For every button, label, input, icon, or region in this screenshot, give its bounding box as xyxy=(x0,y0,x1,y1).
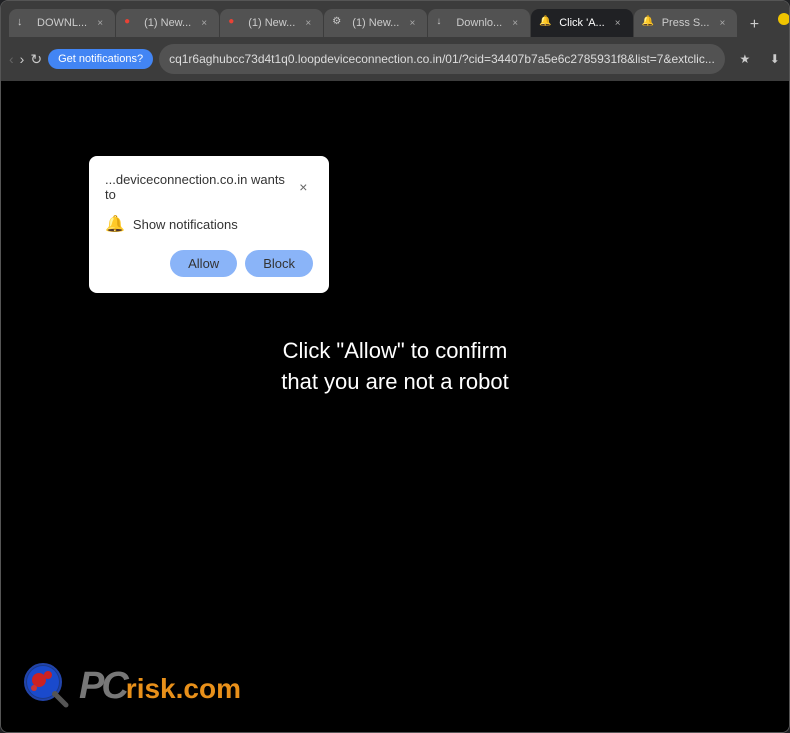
download-button[interactable]: ⬇ xyxy=(761,45,789,73)
toolbar: ‹ › ↻ Get notifications? cq1r6aghubcc73d… xyxy=(1,37,789,81)
page-content: ...deviceconnection.co.in wants to × 🔔 S… xyxy=(1,81,789,732)
bookmark-button[interactable]: ★ xyxy=(731,45,759,73)
tab-3-favicon: ● xyxy=(228,16,242,30)
main-message: Click "Allow" to confirm that you are no… xyxy=(281,336,509,398)
tab-strip: ↓ DOWNL... × ● (1) New... × ● (1) New...… xyxy=(9,1,766,37)
tab-4-close[interactable]: × xyxy=(405,16,419,30)
popup-buttons: Allow Block xyxy=(105,250,313,277)
address-bar-text: cq1r6aghubcc73d4t1q0.loopdeviceconnectio… xyxy=(169,52,715,66)
pcrisk-logo: PC risk.com xyxy=(21,660,241,712)
tab-7-close[interactable]: × xyxy=(715,16,729,30)
notification-permission-text: Show notifications xyxy=(133,217,238,232)
tab-2-favicon: ● xyxy=(124,16,138,30)
get-notifications-button[interactable]: Get notifications? xyxy=(48,49,153,69)
tab-3-title: (1) New... xyxy=(248,17,295,29)
pcrisk-watermark: PC risk.com xyxy=(21,660,241,712)
tab-7-title: Press S... xyxy=(662,17,710,29)
tab-4[interactable]: ⚙ (1) New... × xyxy=(324,9,427,37)
tab-3-close[interactable]: × xyxy=(301,16,315,30)
logo-pc-text: PC xyxy=(79,667,126,705)
back-button[interactable]: ‹ xyxy=(9,45,14,73)
refresh-button[interactable]: ↻ xyxy=(30,45,42,73)
popup-title: ...deviceconnection.co.in wants to xyxy=(105,172,294,202)
notification-popup: ...deviceconnection.co.in wants to × 🔔 S… xyxy=(89,156,329,293)
new-tab-button[interactable]: + xyxy=(742,13,766,37)
tab-6-title: Click 'A... xyxy=(559,17,605,29)
toolbar-actions: ★ ⬇ 👤 ⋮ xyxy=(731,45,790,73)
tab-4-favicon: ⚙ xyxy=(332,16,346,30)
bell-icon: 🔔 xyxy=(105,214,125,234)
browser-window: ↓ DOWNL... × ● (1) New... × ● (1) New...… xyxy=(0,0,790,733)
tab-2-title: (1) New... xyxy=(144,17,191,29)
block-button[interactable]: Block xyxy=(245,250,313,277)
main-message-line1: Click "Allow" to confirm xyxy=(281,336,509,367)
tab-1-close[interactable]: × xyxy=(93,16,107,30)
tab-1[interactable]: ↓ DOWNL... × xyxy=(9,9,115,37)
tab-6-close[interactable]: × xyxy=(611,16,625,30)
minimize-button[interactable]: — xyxy=(778,13,790,25)
address-bar[interactable]: cq1r6aghubcc73d4t1q0.loopdeviceconnectio… xyxy=(159,44,725,74)
tab-6-active[interactable]: 🔔 Click 'A... × xyxy=(531,9,633,37)
tab-4-title: (1) New... xyxy=(352,17,399,29)
tab-7[interactable]: 🔔 Press S... × xyxy=(634,9,738,37)
tab-1-title: DOWNL... xyxy=(37,17,87,29)
notification-row: 🔔 Show notifications xyxy=(105,214,313,234)
tab-2-close[interactable]: × xyxy=(197,16,211,30)
popup-close-button[interactable]: × xyxy=(294,177,313,197)
tab-1-favicon: ↓ xyxy=(17,16,31,30)
tab-5-favicon: ↓ xyxy=(436,16,450,30)
title-bar: ↓ DOWNL... × ● (1) New... × ● (1) New...… xyxy=(1,1,789,37)
logo-icon xyxy=(21,660,73,712)
tab-5-title: Downlo... xyxy=(456,17,502,29)
tab-6-favicon: 🔔 xyxy=(539,16,553,30)
tab-3[interactable]: ● (1) New... × xyxy=(220,9,323,37)
tab-7-favicon: 🔔 xyxy=(642,16,656,30)
main-message-line2: that you are not a robot xyxy=(281,367,509,398)
tab-2[interactable]: ● (1) New... × xyxy=(116,9,219,37)
tab-5-close[interactable]: × xyxy=(508,16,522,30)
window-controls: — □ × xyxy=(778,13,790,25)
forward-button[interactable]: › xyxy=(20,45,25,73)
tab-5[interactable]: ↓ Downlo... × xyxy=(428,9,530,37)
popup-header: ...deviceconnection.co.in wants to × xyxy=(105,172,313,202)
allow-button[interactable]: Allow xyxy=(170,250,237,277)
logo-risk-text: risk.com xyxy=(126,675,241,703)
logo-text: PC risk.com xyxy=(79,667,241,705)
